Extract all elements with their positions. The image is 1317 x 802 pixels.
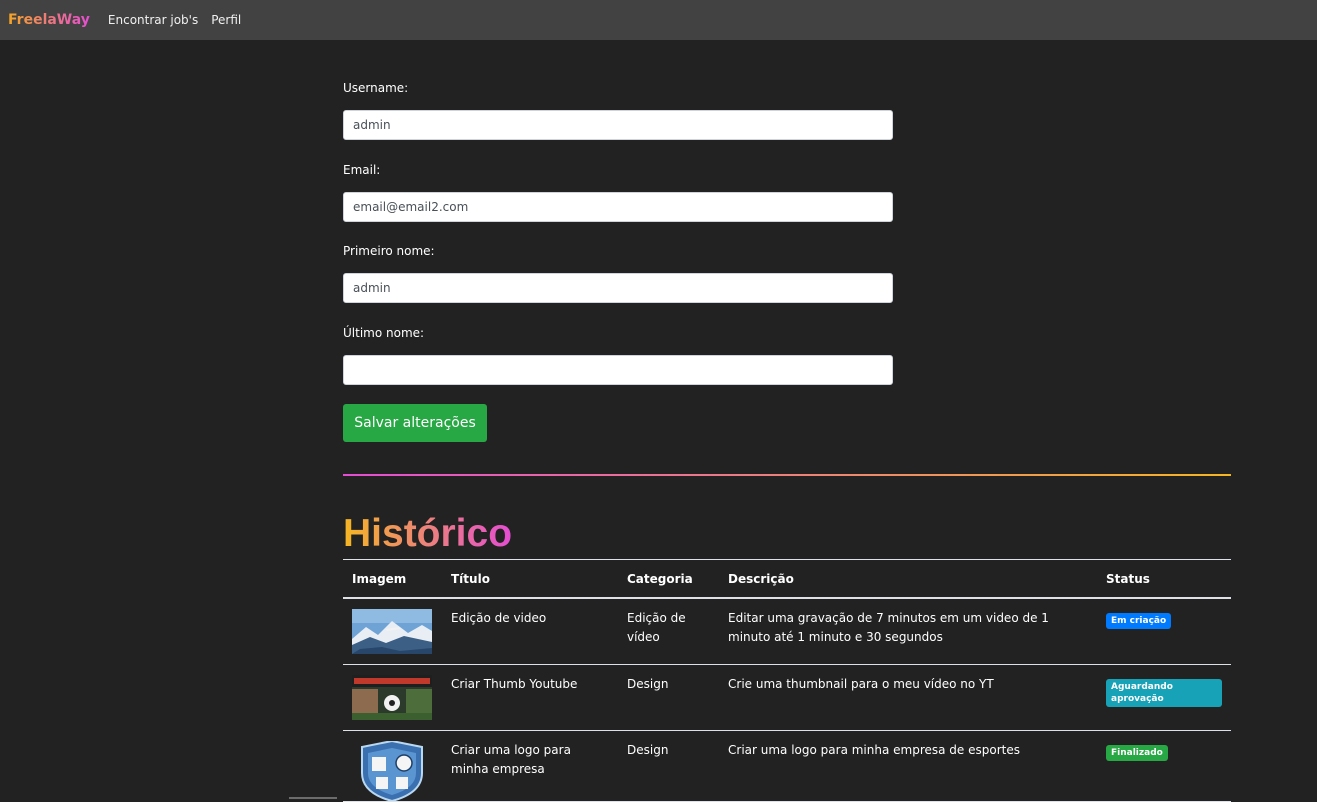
image-cell: [343, 664, 442, 731]
title-cell: Criar uma logo para minha empresa: [442, 730, 618, 802]
first-name-label: Primeiro nome:: [343, 244, 435, 258]
column-header-status: Status: [1097, 559, 1231, 599]
history-heading: Histórico: [343, 506, 512, 562]
username-input[interactable]: [343, 110, 893, 140]
email-label: Email:: [343, 163, 381, 177]
brand-logo[interactable]: FreelaWay: [8, 12, 90, 28]
history-table: Imagem Título Categoria Descrição Status: [343, 559, 1231, 802]
image-cell: [343, 598, 442, 665]
first-name-input[interactable]: [343, 273, 893, 303]
username-label: Username:: [343, 81, 409, 95]
column-header-image: Imagem: [343, 559, 442, 599]
status-cell: Aguardando aprovação: [1097, 664, 1231, 731]
status-badge: Aguardando aprovação: [1106, 679, 1222, 707]
status-badge: Finalizado: [1106, 745, 1168, 761]
section-divider: [343, 474, 1231, 476]
table-header-row: Imagem Título Categoria Descrição Status: [343, 559, 1231, 599]
last-name-input[interactable]: [343, 355, 893, 385]
description-cell: Editar uma gravação de 7 minutos em um v…: [719, 598, 1097, 665]
column-header-category: Categoria: [618, 559, 719, 599]
table-row[interactable]: Criar Thumb Youtube Design Crie uma thum…: [343, 664, 1231, 731]
title-cell: Edição de video: [442, 598, 618, 665]
politica-futebol-thumbnail: [352, 675, 432, 720]
image-cell: [343, 730, 442, 802]
description-cell: Crie uma thumbnail para o meu vídeo no Y…: [719, 664, 1097, 731]
status-cell: Em criação: [1097, 598, 1231, 665]
column-header-title: Título: [442, 559, 618, 599]
sports-shield-logo: [361, 741, 423, 801]
email-input[interactable]: [343, 192, 893, 222]
table-row[interactable]: Edição de video Edição de vídeo Editar u…: [343, 598, 1231, 665]
category-cell: Design: [618, 730, 719, 802]
save-changes-button[interactable]: Salvar alterações: [343, 404, 487, 442]
last-name-label: Último nome:: [343, 326, 425, 340]
category-cell: Design: [618, 664, 719, 731]
table-row[interactable]: Criar uma logo para minha empresa Design…: [343, 730, 1231, 802]
category-cell: Edição de vídeo: [618, 598, 719, 665]
description-cell: Criar uma logo para minha empresa de esp…: [719, 730, 1097, 802]
status-cell: Finalizado: [1097, 730, 1231, 802]
mountain-plane-thumbnail: [352, 609, 432, 654]
nav-link-profile[interactable]: Perfil: [211, 13, 241, 27]
top-navbar: FreelaWay Encontrar job's Perfil: [0, 0, 1317, 40]
column-header-description: Descrição: [719, 559, 1097, 599]
nav-link-find-jobs[interactable]: Encontrar job's: [108, 13, 198, 27]
status-badge: Em criação: [1106, 613, 1172, 629]
title-cell: Criar Thumb Youtube: [442, 664, 618, 731]
